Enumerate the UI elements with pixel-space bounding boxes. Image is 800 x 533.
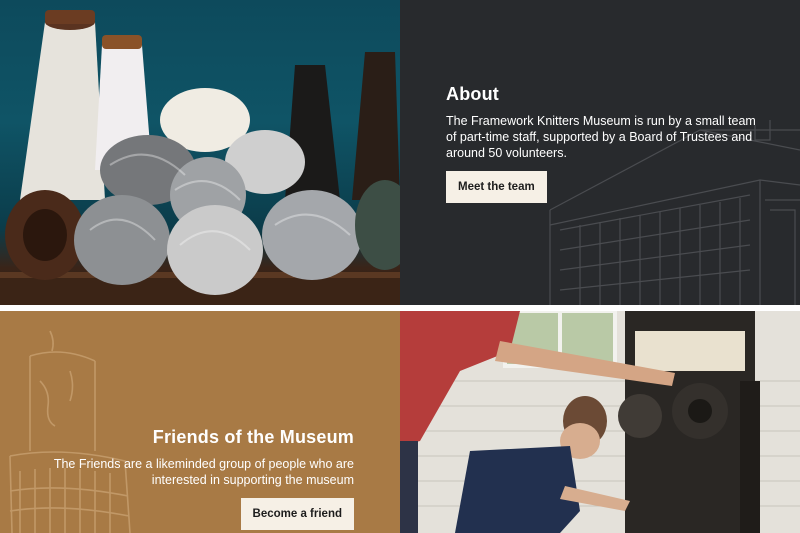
about-title: About — [446, 84, 499, 104]
friends-description: The Friends are a likeminded group of pe… — [53, 457, 354, 487]
workshop-photo — [400, 311, 800, 533]
friends-title: Friends of the Museum — [152, 427, 354, 447]
friends-section: Friends of the Museum The Friends are a … — [0, 311, 400, 533]
about-content: About The Framework Knitters Museum is r… — [446, 84, 766, 203]
yarn-illustration — [0, 10, 400, 305]
about-section: About The Framework Knitters Museum is r… — [400, 0, 800, 305]
meet-the-team-button[interactable]: Meet the team — [446, 171, 547, 203]
about-description: The Framework Knitters Museum is run by … — [446, 114, 756, 160]
workshop-illustration — [400, 311, 800, 533]
friends-content: Friends of the Museum The Friends are a … — [34, 427, 354, 530]
yarn-photo — [0, 0, 400, 305]
become-a-friend-button[interactable]: Become a friend — [240, 498, 354, 530]
